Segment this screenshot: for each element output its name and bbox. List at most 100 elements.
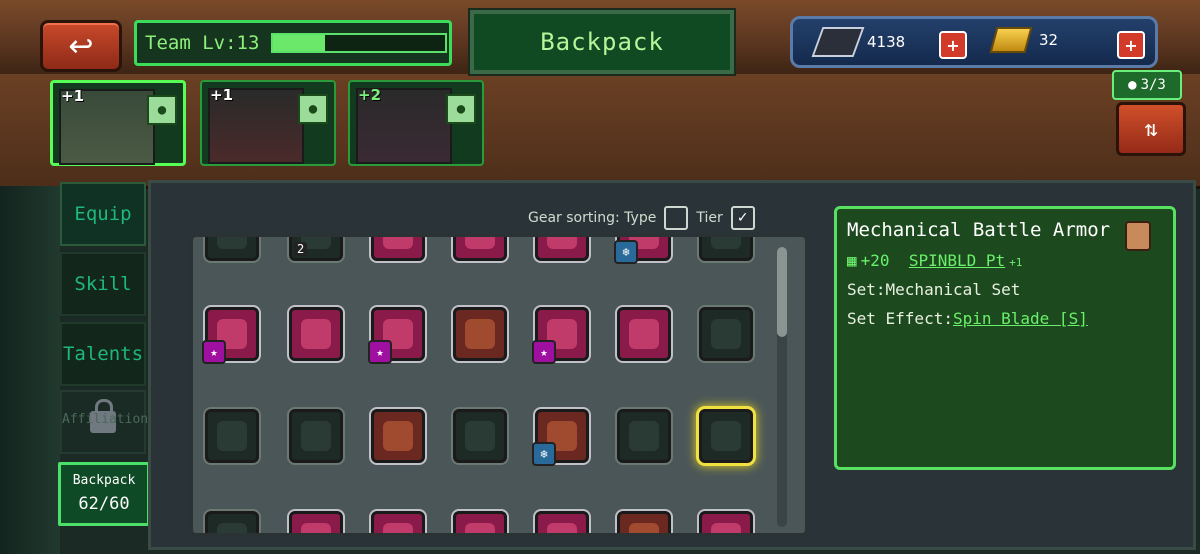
stat-sub: +1 <box>1009 256 1023 269</box>
sort-type-label: Type <box>624 210 657 226</box>
add-gold-button[interactable]: + <box>1117 31 1145 59</box>
tab-skill[interactable]: Skill <box>60 252 146 316</box>
side-panel-bg <box>0 186 60 554</box>
hero-face-icon <box>1125 221 1151 251</box>
tab-affiliation-label: Affiliation <box>62 412 149 427</box>
item-slot[interactable] <box>699 307 753 361</box>
gear-icon <box>711 319 741 349</box>
item-slot[interactable] <box>617 307 671 361</box>
gear-icon <box>465 421 495 451</box>
item-slot[interactable] <box>205 409 259 463</box>
page-title: Backpack <box>470 10 734 74</box>
set-effect-link[interactable]: Spin Blade [S] <box>953 309 1088 328</box>
squad-count: ● 3/3 <box>1112 70 1182 100</box>
gear-icon <box>711 523 741 533</box>
hero-profile-icon[interactable]: ● <box>147 95 177 125</box>
team-level-label: Team Lv:13 <box>145 32 260 54</box>
selected-item-slot[interactable] <box>699 409 753 463</box>
item-slot[interactable]: ❄ <box>532 409 589 466</box>
swap-squad-button[interactable]: ⇅ <box>1116 102 1186 156</box>
hero-slot-3[interactable]: +2 ● <box>348 80 484 166</box>
team-xp-fill <box>273 35 325 51</box>
back-arrow-icon: ↩ <box>68 28 94 64</box>
backpack-count: 62/60 <box>78 494 130 514</box>
set-label: Set:Mechanical Set <box>847 280 1021 299</box>
gear-icon <box>301 319 331 349</box>
backpack-tab[interactable]: Backpack 62/60 <box>58 462 150 526</box>
add-gems-button[interactable]: + <box>939 31 967 59</box>
item-count-badge: 2 <box>294 242 308 256</box>
sort-tier-checkbox[interactable]: ✓ <box>730 206 755 230</box>
gold-bar-icon <box>989 27 1033 53</box>
item-slot[interactable]: ★ <box>368 307 425 364</box>
person-icon: ● <box>1128 77 1137 93</box>
star-badge-icon: ★ <box>202 340 226 364</box>
back-button[interactable]: ↩ <box>40 20 122 72</box>
item-slot[interactable] <box>371 237 425 261</box>
sort-label: Gear sorting: <box>528 210 620 226</box>
set-effect-line: Set Effect: Spin Blade [S] <box>847 309 1163 328</box>
item-name: Mechanical Battle Armor <box>847 219 1111 241</box>
hero-slot-2[interactable]: +1 ● <box>200 80 336 166</box>
gem-resource: 4138 <box>811 27 905 57</box>
item-slot[interactable]: ★ <box>532 307 589 364</box>
stat-link[interactable]: SPINBLD Pt <box>909 251 1005 270</box>
gear-icon <box>711 421 741 451</box>
item-slot[interactable] <box>453 511 507 533</box>
scrollbar-thumb[interactable] <box>777 247 787 337</box>
item-slot[interactable] <box>289 307 343 361</box>
item-slot[interactable] <box>205 511 259 533</box>
item-slot[interactable] <box>289 409 343 463</box>
scrollbar[interactable] <box>777 247 787 527</box>
item-slot[interactable]: ❄ <box>614 237 671 264</box>
star-badge-icon: ★ <box>368 340 392 364</box>
item-slot[interactable] <box>453 307 507 361</box>
ice-badge-icon: ❄ <box>614 240 638 264</box>
swap-icon: ⇅ <box>1144 116 1158 142</box>
gear-icon <box>629 523 659 533</box>
set-effect-label: Set Effect: <box>847 309 953 328</box>
gear-icon <box>547 237 577 249</box>
item-slot[interactable]: ★ <box>202 307 259 364</box>
gear-sorting: Gear sorting: Type Tier ✓ <box>528 206 763 230</box>
gear-icon <box>217 523 247 533</box>
item-slot[interactable] <box>699 511 753 533</box>
gold-count: 32 <box>1039 31 1059 49</box>
team-xp-bar <box>271 33 448 53</box>
gear-icon <box>301 523 331 533</box>
item-slot[interactable] <box>535 511 589 533</box>
gear-icon <box>383 421 413 451</box>
item-slot[interactable] <box>371 409 425 463</box>
gear-icon <box>629 319 659 349</box>
hero-profile-icon[interactable]: ● <box>298 94 328 124</box>
gear-icon <box>217 421 247 451</box>
item-slot[interactable] <box>453 409 507 463</box>
hero-slot-1[interactable]: +1 ● <box>50 80 186 166</box>
item-slot[interactable] <box>289 511 343 533</box>
item-slot[interactable] <box>205 237 259 261</box>
item-slot[interactable] <box>699 237 753 261</box>
team-level: Team Lv:13 <box>134 20 452 66</box>
gear-icon <box>217 237 247 249</box>
gear-icon <box>465 237 495 249</box>
item-slot[interactable] <box>617 511 671 533</box>
gem-icon <box>811 27 865 57</box>
hero-level-badge: +1 <box>210 86 234 104</box>
item-slot[interactable] <box>535 237 589 261</box>
stat-value: +20 <box>860 251 890 270</box>
sort-type-checkbox[interactable] <box>664 206 689 230</box>
item-slot[interactable] <box>453 237 507 261</box>
item-slot[interactable] <box>617 409 671 463</box>
item-stat: ▦ +20 SPINBLD Pt +1 <box>847 251 1163 270</box>
item-slot[interactable]: 2 <box>289 237 343 261</box>
hero-profile-icon[interactable]: ● <box>446 94 476 124</box>
item-slot[interactable] <box>371 511 425 533</box>
tab-talents[interactable]: Talents <box>60 322 146 386</box>
tab-equip[interactable]: Equip <box>60 182 146 246</box>
inventory-grid: 2 ❄ ★ ★ ★ ❄ <box>190 234 808 536</box>
gold-resource: 32 <box>989 27 1059 53</box>
gear-icon <box>301 421 331 451</box>
ice-badge-icon: ❄ <box>532 442 556 466</box>
gear-icon <box>383 523 413 533</box>
set-line: Set:Mechanical Set <box>847 280 1163 299</box>
